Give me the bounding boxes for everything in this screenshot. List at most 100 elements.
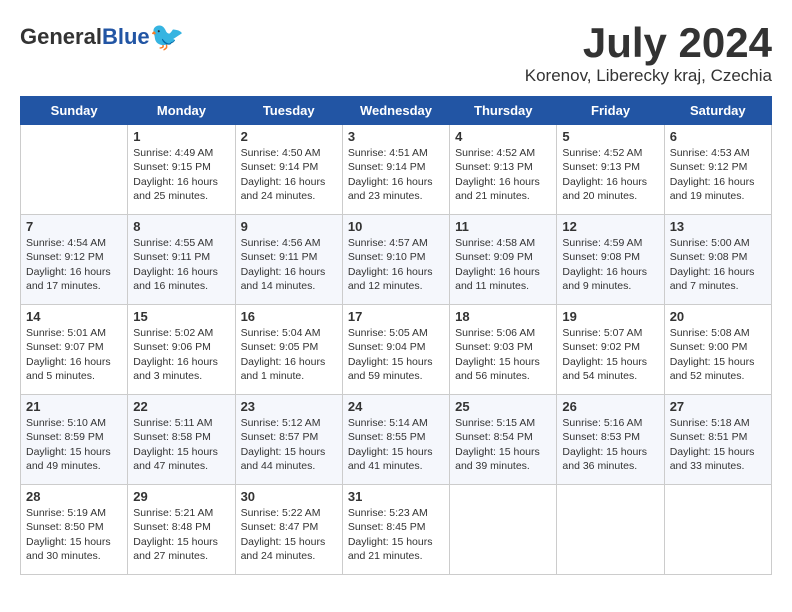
- day-number: 10: [348, 219, 444, 234]
- calendar-cell: 3 Sunrise: 4:51 AM Sunset: 9:14 PM Daylig…: [342, 125, 449, 215]
- calendar-table: SundayMondayTuesdayWednesdayThursdayFrid…: [20, 96, 772, 575]
- calendar-cell: 5Sunrise: 4:52 AM Sunset: 9:13 PM Daylig…: [557, 125, 664, 215]
- logo-general: General: [20, 24, 102, 49]
- page-header: GeneralBlue 🐦 July 2024 Korenov, Liberec…: [20, 20, 772, 86]
- calendar-cell: 25 Sunrise: 5:15 AM Sunset: 8:54 PM Dayli…: [450, 395, 557, 485]
- day-number: 22: [133, 399, 229, 414]
- calendar-week-row: 7Sunrise: 4:54 AM Sunset: 9:12 PM Daylig…: [21, 215, 772, 305]
- calendar-cell: 10 Sunrise: 4:57 AM Sunset: 9:10 PM Dayli…: [342, 215, 449, 305]
- logo-blue: Blue: [102, 24, 150, 49]
- calendar-cell: 31 Sunrise: 5:23 AM Sunset: 8:45 PM Dayli…: [342, 485, 449, 575]
- day-info: Sunrise: 5:06 AM Sunset: 9:03 PM Dayligh…: [455, 326, 551, 383]
- calendar-cell: 16 Sunrise: 5:04 AM Sunset: 9:05 PM Dayli…: [235, 305, 342, 395]
- bird-icon: 🐦: [150, 20, 185, 53]
- calendar-cell: [21, 125, 128, 215]
- day-info: Sunrise: 5:15 AM Sunset: 8:54 PM Dayligh…: [455, 416, 551, 473]
- day-info: Sunrise: 5:05 AM Sunset: 9:04 PM Dayligh…: [348, 326, 444, 383]
- calendar-week-row: 14Sunrise: 5:01 AM Sunset: 9:07 PM Dayli…: [21, 305, 772, 395]
- day-number: 1: [133, 129, 229, 144]
- day-info: Sunrise: 5:18 AM Sunset: 8:51 PM Dayligh…: [670, 416, 766, 473]
- day-info: Sunrise: 5:00 AM Sunset: 9:08 PM Dayligh…: [670, 236, 766, 293]
- title-area: July 2024 Korenov, Liberecky kraj, Czech…: [525, 20, 772, 86]
- calendar-cell: 29 Sunrise: 5:21 AM Sunset: 8:48 PM Dayli…: [128, 485, 235, 575]
- day-info: Sunrise: 4:52 AM Sunset: 9:13 PM Dayligh…: [455, 146, 551, 203]
- day-info: Sunrise: 4:55 AM Sunset: 9:11 PM Dayligh…: [133, 236, 229, 293]
- day-number: 17: [348, 309, 444, 324]
- calendar-cell: 22Sunrise: 5:11 AM Sunset: 8:58 PM Dayli…: [128, 395, 235, 485]
- day-info: Sunrise: 4:56 AM Sunset: 9:11 PM Dayligh…: [241, 236, 337, 293]
- day-number: 29: [133, 489, 229, 504]
- calendar-cell: 9 Sunrise: 4:56 AM Sunset: 9:11 PM Daylig…: [235, 215, 342, 305]
- weekday-header-tuesday: Tuesday: [235, 97, 342, 125]
- calendar-cell: 2Sunrise: 4:50 AM Sunset: 9:14 PM Daylig…: [235, 125, 342, 215]
- day-number: 23: [241, 399, 337, 414]
- day-info: Sunrise: 5:14 AM Sunset: 8:55 PM Dayligh…: [348, 416, 444, 473]
- day-info: Sunrise: 4:50 AM Sunset: 9:14 PM Dayligh…: [241, 146, 337, 203]
- calendar-cell: 13 Sunrise: 5:00 AM Sunset: 9:08 PM Dayli…: [664, 215, 771, 305]
- day-info: Sunrise: 4:52 AM Sunset: 9:13 PM Dayligh…: [562, 146, 658, 203]
- day-info: Sunrise: 5:04 AM Sunset: 9:05 PM Dayligh…: [241, 326, 337, 383]
- day-number: 16: [241, 309, 337, 324]
- day-number: 24: [348, 399, 444, 414]
- day-number: 25: [455, 399, 551, 414]
- day-info: Sunrise: 4:58 AM Sunset: 9:09 PM Dayligh…: [455, 236, 551, 293]
- calendar-cell: 14Sunrise: 5:01 AM Sunset: 9:07 PM Dayli…: [21, 305, 128, 395]
- day-number: 13: [670, 219, 766, 234]
- day-info: Sunrise: 5:02 AM Sunset: 9:06 PM Dayligh…: [133, 326, 229, 383]
- day-info: Sunrise: 5:10 AM Sunset: 8:59 PM Dayligh…: [26, 416, 122, 473]
- calendar-cell: 7Sunrise: 4:54 AM Sunset: 9:12 PM Daylig…: [21, 215, 128, 305]
- calendar-week-row: 1Sunrise: 4:49 AM Sunset: 9:15 PM Daylig…: [21, 125, 772, 215]
- calendar-cell: 21 Sunrise: 5:10 AM Sunset: 8:59 PM Dayli…: [21, 395, 128, 485]
- day-number: 30: [241, 489, 337, 504]
- day-info: Sunrise: 5:12 AM Sunset: 8:57 PM Dayligh…: [241, 416, 337, 473]
- calendar-cell: 15 Sunrise: 5:02 AM Sunset: 9:06 PM Dayli…: [128, 305, 235, 395]
- weekday-header-wednesday: Wednesday: [342, 97, 449, 125]
- calendar-cell: [664, 485, 771, 575]
- day-info: Sunrise: 5:07 AM Sunset: 9:02 PM Dayligh…: [562, 326, 658, 383]
- weekday-header-monday: Monday: [128, 97, 235, 125]
- day-info: Sunrise: 4:53 AM Sunset: 9:12 PM Dayligh…: [670, 146, 766, 203]
- day-info: Sunrise: 5:01 AM Sunset: 9:07 PM Dayligh…: [26, 326, 122, 383]
- calendar-subtitle: Korenov, Liberecky kraj, Czechia: [525, 66, 772, 86]
- calendar-cell: 12 Sunrise: 4:59 AM Sunset: 9:08 PM Dayli…: [557, 215, 664, 305]
- logo: GeneralBlue 🐦: [20, 20, 185, 53]
- weekday-header-friday: Friday: [557, 97, 664, 125]
- calendar-cell: 17 Sunrise: 5:05 AM Sunset: 9:04 PM Dayli…: [342, 305, 449, 395]
- calendar-cell: [557, 485, 664, 575]
- day-info: Sunrise: 4:51 AM Sunset: 9:14 PM Dayligh…: [348, 146, 444, 203]
- calendar-cell: 18 Sunrise: 5:06 AM Sunset: 9:03 PM Dayli…: [450, 305, 557, 395]
- day-info: Sunrise: 5:19 AM Sunset: 8:50 PM Dayligh…: [26, 506, 122, 563]
- weekday-header-thursday: Thursday: [450, 97, 557, 125]
- calendar-cell: 4Sunrise: 4:52 AM Sunset: 9:13 PM Daylig…: [450, 125, 557, 215]
- day-number: 20: [670, 309, 766, 324]
- day-info: Sunrise: 5:21 AM Sunset: 8:48 PM Dayligh…: [133, 506, 229, 563]
- weekday-header-sunday: Sunday: [21, 97, 128, 125]
- calendar-week-row: 28Sunrise: 5:19 AM Sunset: 8:50 PM Dayli…: [21, 485, 772, 575]
- day-info: Sunrise: 4:59 AM Sunset: 9:08 PM Dayligh…: [562, 236, 658, 293]
- day-number: 15: [133, 309, 229, 324]
- weekday-header-row: SundayMondayTuesdayWednesdayThursdayFrid…: [21, 97, 772, 125]
- day-number: 8: [133, 219, 229, 234]
- calendar-cell: 23 Sunrise: 5:12 AM Sunset: 8:57 PM Dayli…: [235, 395, 342, 485]
- calendar-week-row: 21 Sunrise: 5:10 AM Sunset: 8:59 PM Dayli…: [21, 395, 772, 485]
- calendar-cell: 19Sunrise: 5:07 AM Sunset: 9:02 PM Dayli…: [557, 305, 664, 395]
- day-number: 3: [348, 129, 444, 144]
- day-info: Sunrise: 5:23 AM Sunset: 8:45 PM Dayligh…: [348, 506, 444, 563]
- day-number: 12: [562, 219, 658, 234]
- calendar-cell: 24 Sunrise: 5:14 AM Sunset: 8:55 PM Dayli…: [342, 395, 449, 485]
- calendar-title: July 2024: [525, 20, 772, 66]
- calendar-cell: 26Sunrise: 5:16 AM Sunset: 8:53 PM Dayli…: [557, 395, 664, 485]
- calendar-cell: 6Sunrise: 4:53 AM Sunset: 9:12 PM Daylig…: [664, 125, 771, 215]
- day-number: 11: [455, 219, 551, 234]
- day-number: 21: [26, 399, 122, 414]
- calendar-cell: 8 Sunrise: 4:55 AM Sunset: 9:11 PM Daylig…: [128, 215, 235, 305]
- calendar-cell: 27Sunrise: 5:18 AM Sunset: 8:51 PM Dayli…: [664, 395, 771, 485]
- weekday-header-saturday: Saturday: [664, 97, 771, 125]
- day-number: 31: [348, 489, 444, 504]
- day-number: 18: [455, 309, 551, 324]
- day-info: Sunrise: 4:57 AM Sunset: 9:10 PM Dayligh…: [348, 236, 444, 293]
- day-number: 7: [26, 219, 122, 234]
- day-number: 26: [562, 399, 658, 414]
- calendar-cell: 30Sunrise: 5:22 AM Sunset: 8:47 PM Dayli…: [235, 485, 342, 575]
- day-number: 9: [241, 219, 337, 234]
